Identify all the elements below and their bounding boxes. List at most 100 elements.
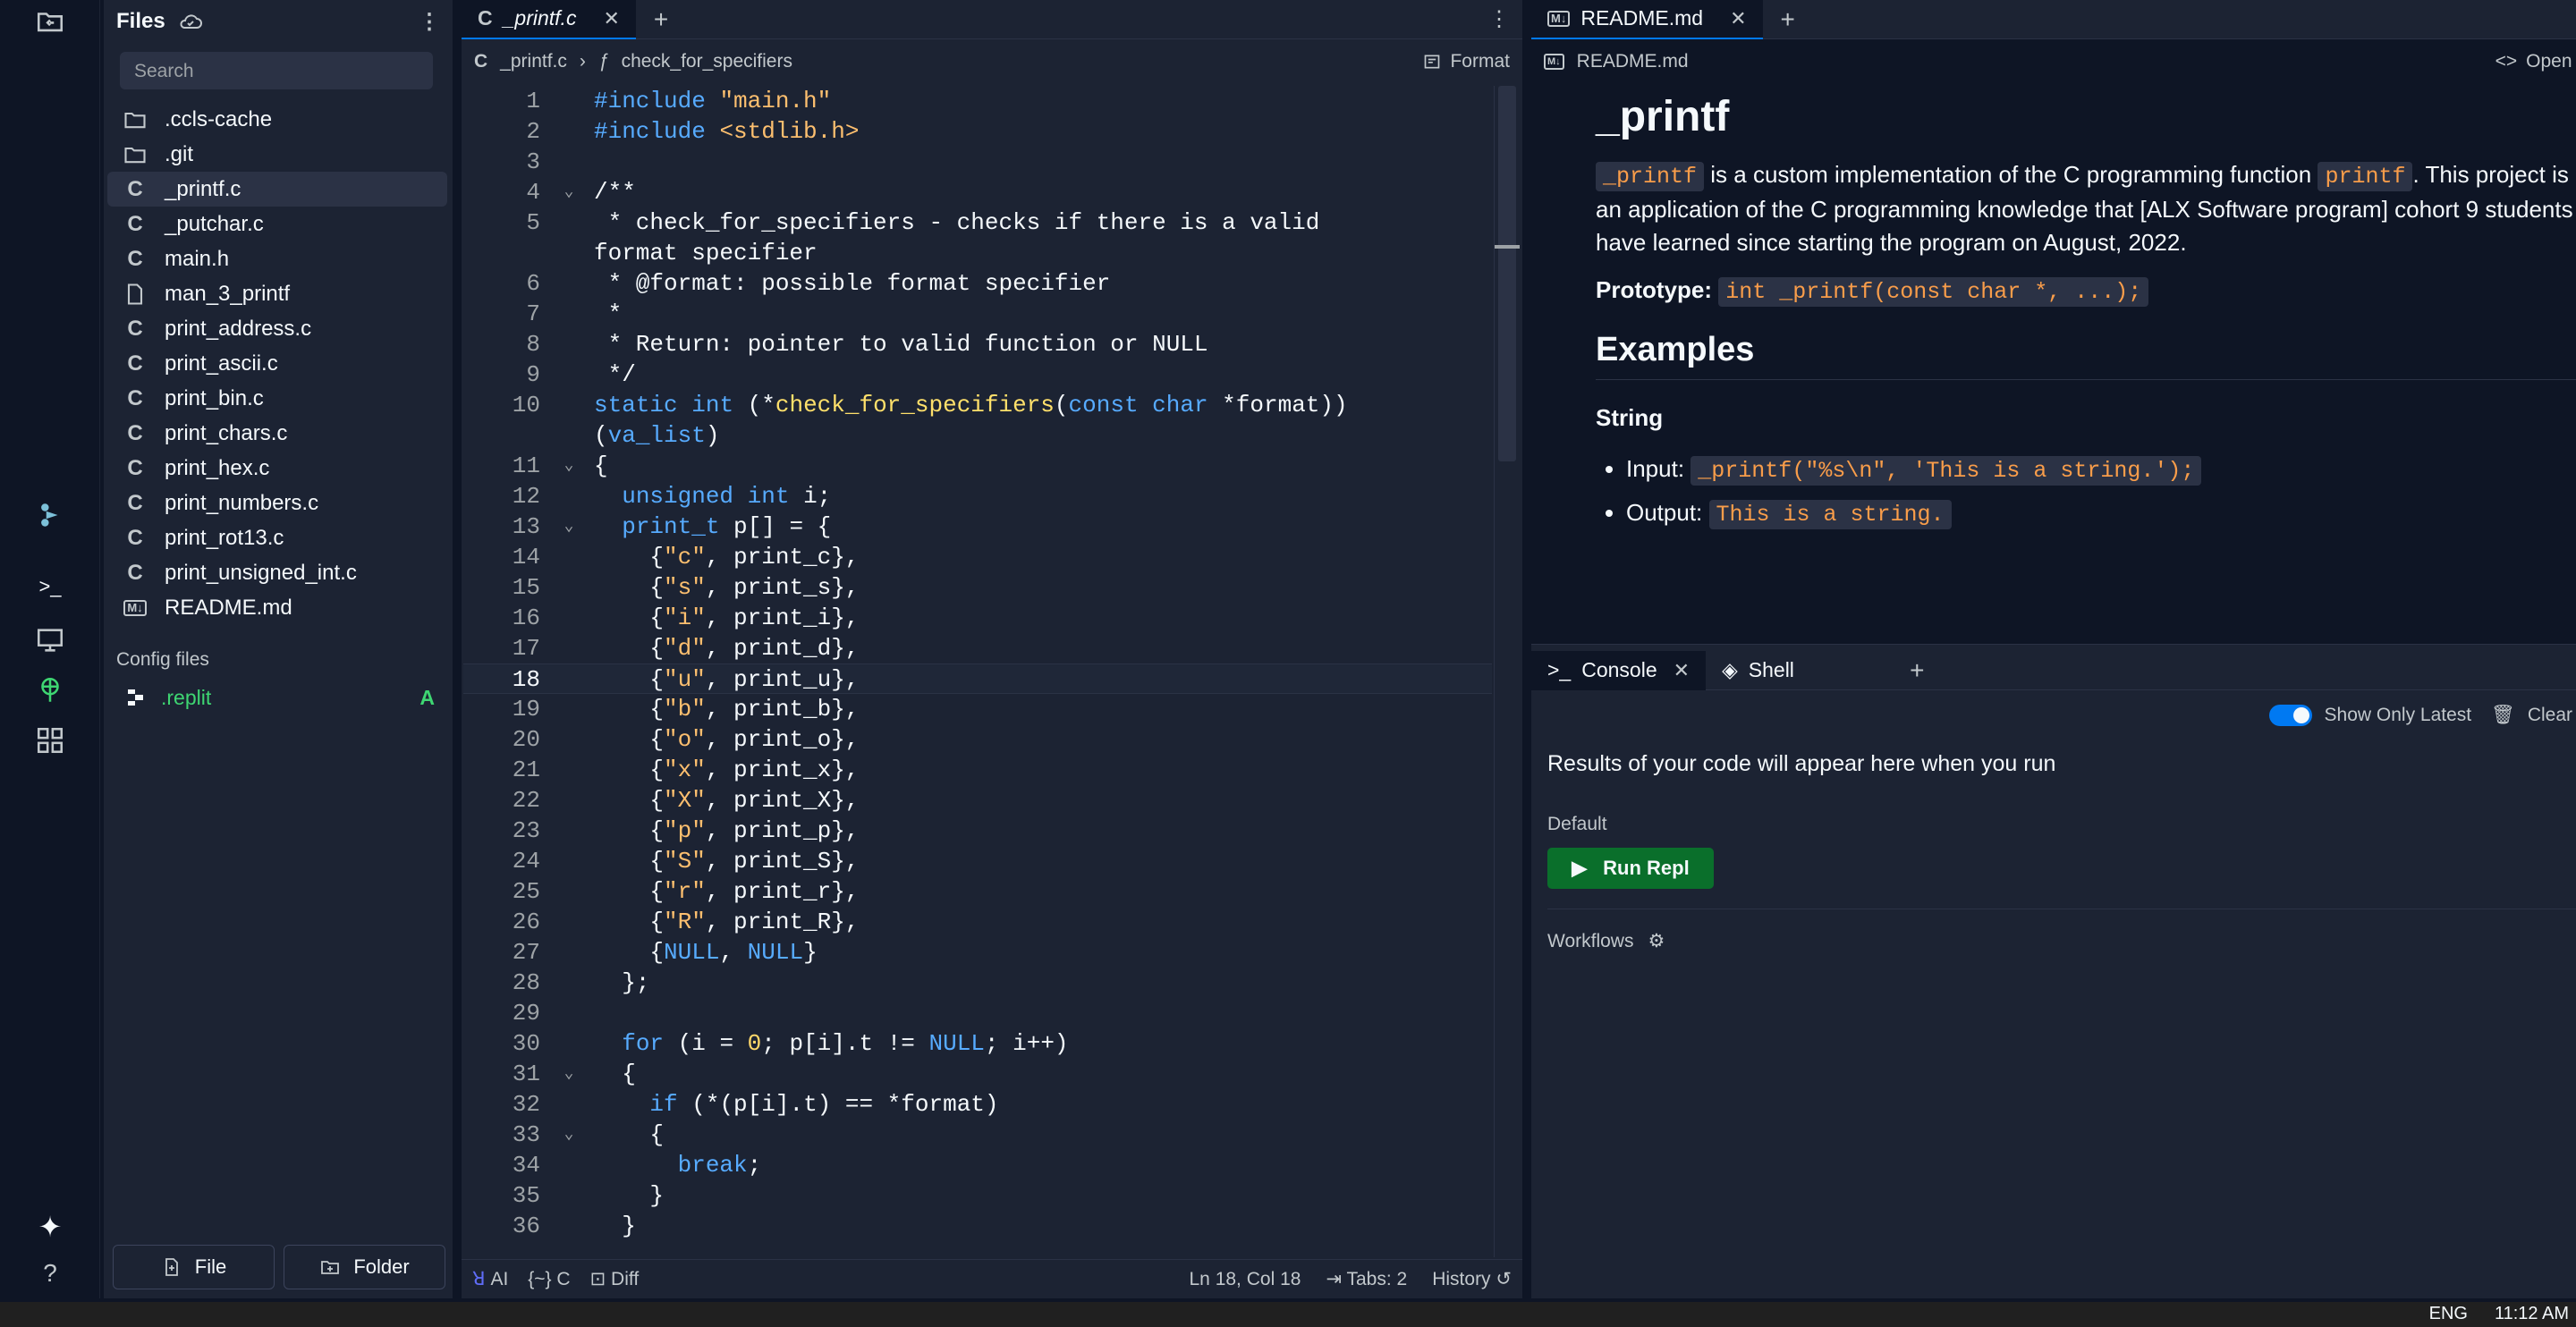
file-item[interactable]: Cprint_bin.c <box>107 381 447 416</box>
readme-prototype: Prototype: int _printf(const char *, ...… <box>1596 274 2576 309</box>
breadcrumb: C _printf.c › ƒ check_for_specifiers For… <box>474 46 1510 77</box>
file-item[interactable]: Cprint_address.c <box>107 311 447 346</box>
file-item[interactable]: Cprint_hex.c <box>107 451 447 486</box>
agent-icon[interactable] <box>32 497 68 533</box>
files-folder-icon[interactable] <box>32 4 68 39</box>
cursor-position[interactable]: Ln 18, Col 18 <box>1190 1269 1301 1290</box>
c-file-icon: C <box>127 351 143 376</box>
file-item[interactable]: Cprint_rot13.c <box>107 520 447 555</box>
sparkle-icon[interactable]: ✦ <box>32 1209 68 1245</box>
tabs-button[interactable]: ⇥ Tabs: 2 <box>1326 1268 1407 1290</box>
add-tab-icon[interactable]: + <box>1763 5 1813 34</box>
c-file-icon: C <box>127 560 143 585</box>
readme-examples-heading: Examples <box>1596 333 2576 380</box>
help-icon[interactable]: ? <box>32 1255 68 1291</box>
code-line: 10 static int (*check_for_specifiers(cons… <box>512 392 1348 418</box>
ai-button[interactable]: ꓤ AI <box>472 1268 508 1290</box>
files-menu-icon[interactable]: ⋮ <box>419 9 440 35</box>
markdown-icon: M↓ <box>1547 10 1571 27</box>
search-input[interactable]: Search <box>120 52 433 89</box>
code-line: 14 {"c", print_c}, <box>512 544 860 571</box>
breadcrumb-file[interactable]: _printf.c <box>500 51 567 72</box>
file-item[interactable]: man_3_printf <box>107 276 447 311</box>
tab-console[interactable]: >_ Console ✕ <box>1531 650 1707 690</box>
code-line: 34 break; <box>512 1152 762 1179</box>
file-item[interactable]: .ccls-cache <box>107 102 447 137</box>
file-icon <box>122 282 148 307</box>
format-button[interactable]: Format <box>1423 51 1510 72</box>
breadcrumb-symbol[interactable]: check_for_specifiers <box>622 51 792 72</box>
file-name: _printf.c <box>165 176 242 201</box>
file-name: print_address.c <box>165 316 312 341</box>
file-item[interactable]: C _putchar.c <box>107 207 447 241</box>
monitor-icon[interactable] <box>32 622 68 658</box>
file-item-active[interactable]: C _printf.c <box>107 172 447 207</box>
code-line: 6 * @format: possible format specifier <box>526 270 1111 297</box>
add-tab-icon[interactable]: + <box>636 5 686 34</box>
close-icon[interactable]: ✕ <box>603 7 619 30</box>
editor-scrollbar[interactable] <box>1494 86 1520 1257</box>
new-folder-button[interactable]: Folder <box>284 1245 445 1289</box>
code-area[interactable]: 1 #include "main.h" 2 #include <stdlib.h> … <box>463 86 1492 1257</box>
readme-string-heading: String <box>1596 404 1664 431</box>
new-file-button[interactable]: File <box>113 1245 275 1289</box>
language-indicator[interactable]: ENG <box>2429 1304 2468 1324</box>
breadcrumb-file[interactable]: README.md <box>1577 51 1689 72</box>
clock[interactable]: 11:12 AM <box>2495 1304 2569 1324</box>
language-button[interactable]: {~} C <box>528 1269 570 1290</box>
file-name: print_chars.c <box>165 420 288 445</box>
console-icon: >_ <box>1547 658 1572 681</box>
c-file-icon: C <box>127 420 143 445</box>
code-line: 1 #include "main.h" <box>526 88 832 114</box>
readme-title: _printf <box>1596 93 1730 140</box>
run-repl-button[interactable]: ▶ Run Repl <box>1547 848 1714 889</box>
format-icon <box>1425 55 1440 69</box>
code-line: 12 unsigned int i; <box>512 483 832 510</box>
file-item[interactable]: Cprint_chars.c <box>107 416 447 451</box>
editor-statusbar: ꓤ AI {~} C ⊡ Diff Ln 18, Col 18 ⇥ Tabs: … <box>462 1259 1522 1298</box>
list-item: Output: This is a string. <box>1626 496 2576 531</box>
close-icon[interactable]: ✕ <box>1730 7 1746 30</box>
file-item[interactable]: .git <box>107 137 447 172</box>
shell-icon: ◈ <box>1722 658 1738 681</box>
c-file-icon: C <box>127 455 143 480</box>
file-item[interactable]: Cprint_numbers.c <box>107 486 447 520</box>
history-icon: ↺ <box>1490 1269 1512 1289</box>
clear-button[interactable]: Clear <box>2528 705 2572 726</box>
c-file-icon: C <box>127 385 143 410</box>
code-line: 21 {"x", print_x}, <box>512 756 860 783</box>
code-line: 22 {"X", print_X}, <box>512 787 860 814</box>
close-icon[interactable]: ✕ <box>1674 659 1690 682</box>
file-item[interactable]: M↓ README.md <box>107 590 447 625</box>
tab-shell[interactable]: ◈ Shell <box>1706 651 1892 690</box>
os-taskbar: ENG 11:12 AM <box>0 1302 2576 1327</box>
file-item[interactable]: Cmain.h <box>107 241 447 276</box>
function-icon: ƒ <box>597 51 609 72</box>
tab-readme[interactable]: M↓ README.md ✕ <box>1531 0 1763 39</box>
code-icon: <> <box>2495 51 2518 72</box>
code-line: 30 for (i = 0; p[i].t != NULL; i++) <box>512 1030 1069 1057</box>
shell-icon[interactable]: >_ <box>32 569 68 604</box>
cloud-sync-icon <box>180 14 202 29</box>
apps-grid-icon[interactable] <box>32 723 68 758</box>
tab-label: Shell <box>1748 658 1794 681</box>
deploy-icon[interactable] <box>32 672 68 708</box>
replit-config-item[interactable]: .replit A <box>116 681 440 714</box>
tab-printf-c[interactable]: C _printf.c ✕ <box>462 0 636 39</box>
file-item[interactable]: Cprint_ascii.c <box>107 346 447 381</box>
inline-code: printf <box>2318 162 2413 191</box>
diff-button[interactable]: ⊡ Diff <box>590 1268 640 1290</box>
files-header: Files ⋮ <box>116 7 440 36</box>
ai-label: AI <box>490 1269 509 1289</box>
editor-menu-icon[interactable]: ⋮ <box>1488 6 1510 32</box>
add-tab-icon[interactable]: + <box>1892 656 1942 685</box>
open-in-editor-button[interactable]: <> Open i <box>2496 51 2576 72</box>
history-button[interactable]: History ↺ <box>1432 1268 1512 1290</box>
trash-icon[interactable]: 🗑 <box>2491 705 2515 726</box>
gear-icon[interactable]: ⚙ <box>1648 930 1665 952</box>
file-item[interactable]: Cprint_unsigned_int.c <box>107 555 447 590</box>
show-only-latest-toggle[interactable] <box>2268 705 2312 726</box>
diff-label: Diff <box>611 1269 640 1289</box>
console-controls: Show Only Latest 🗑 Clear <box>1531 697 2576 733</box>
code-line: 13 ⌄ print_t p[] = { <box>512 513 832 540</box>
